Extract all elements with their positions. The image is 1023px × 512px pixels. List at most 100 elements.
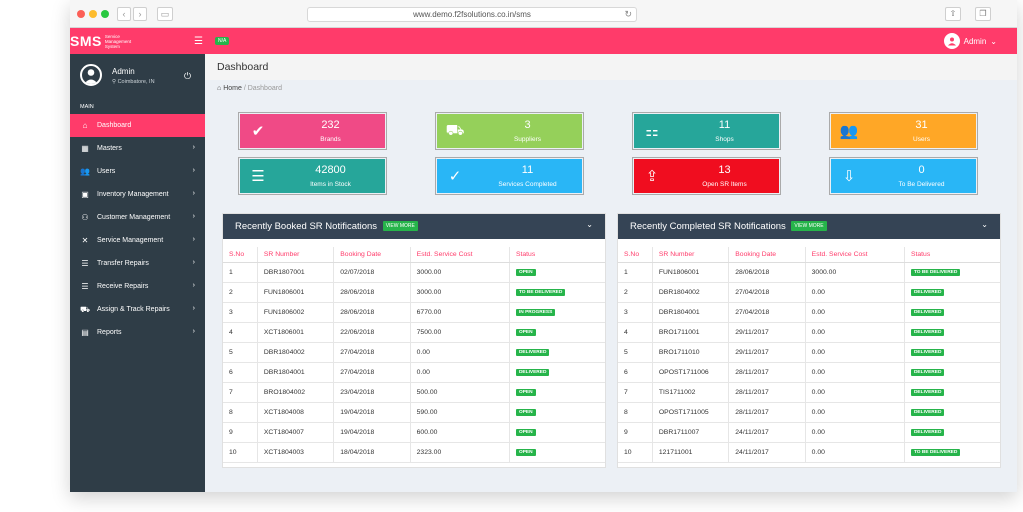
table-row[interactable]: 6 OPOST1711006 28/11/2017 0.00 DELIVERED xyxy=(618,362,1000,383)
chevron-right-icon: › xyxy=(192,328,195,335)
stat-tile-users[interactable]: 👥 31 Users xyxy=(829,112,978,150)
table-row[interactable]: 7 TIS1711002 28/11/2017 0.00 DELIVERED xyxy=(618,382,1000,403)
table-cell: TO BE DELIVERED xyxy=(509,282,605,303)
table-cell: 7 xyxy=(618,382,653,403)
table-cell: 0.00 xyxy=(805,442,905,463)
table-cell: 3000.00 xyxy=(410,282,510,303)
table-cell: 6770.00 xyxy=(410,302,510,323)
home-icon: ⌂ xyxy=(82,121,88,130)
table-cell: OPEN xyxy=(509,422,605,443)
table-cell: DBR1804001 xyxy=(257,362,335,383)
status-badge: TO BE DELIVERED xyxy=(515,289,566,296)
collapse-chevron-icon[interactable]: ⌄ xyxy=(586,220,593,229)
table-row[interactable]: 7 BRO1804002 23/04/2018 500.00 OPEN xyxy=(223,382,605,403)
sidebar-item-receive-repairs[interactable]: ☰ Receive Repairs › xyxy=(70,275,205,298)
table-row[interactable]: 6 DBR1804001 27/04/2018 0.00 DELIVERED xyxy=(223,362,605,383)
status-badge: OPEN xyxy=(515,329,536,336)
tile-body: ⇪ 13 Open SR Items xyxy=(634,159,779,193)
table-row[interactable]: 4 BRO1711001 29/11/2017 0.00 DELIVERED xyxy=(618,322,1000,343)
table-row[interactable]: 9 DBR1711007 24/11/2017 0.00 DELIVERED xyxy=(618,422,1000,443)
minimize-dot[interactable] xyxy=(89,10,97,18)
address-bar[interactable]: www.demo.f2fsolutions.co.in/sms ↻ xyxy=(307,7,637,22)
sidebar-item-customer-management[interactable]: ⚇ Customer Management › xyxy=(70,206,205,229)
table-row[interactable]: 1 DBR1807001 02/07/2018 3000.00 OPEN xyxy=(223,262,605,283)
table-cell: 28/11/2017 xyxy=(728,402,806,423)
table-row[interactable]: 5 DBR1804002 27/04/2018 0.00 DELIVERED xyxy=(223,342,605,363)
reload-icon[interactable]: ↻ xyxy=(624,8,632,21)
table-row[interactable]: 10 XCT1804003 18/04/2018 2323.00 OPEN xyxy=(223,442,605,463)
close-dot[interactable] xyxy=(77,10,85,18)
booked-sr-panel: Recently Booked SR Notifications VIEW MO… xyxy=(222,213,606,468)
table-cell: OPEN xyxy=(509,262,605,283)
back-icon[interactable]: ‹ xyxy=(117,7,131,21)
sidebar-item-users[interactable]: 👥 Users › xyxy=(70,160,205,183)
sidebar-item-service-management[interactable]: ✕ Service Management › xyxy=(70,229,205,252)
table-cell: DELIVERED xyxy=(904,302,1000,323)
column-header: Status xyxy=(509,247,605,263)
sidebar-item-transfer-repairs[interactable]: ☰ Transfer Repairs › xyxy=(70,252,205,275)
table-cell: 2 xyxy=(223,282,258,303)
stat-tile-open-sr-items[interactable]: ⇪ 13 Open SR Items xyxy=(632,157,781,195)
sidebar-item-inventory-management[interactable]: ▣ Inventory Management › xyxy=(70,183,205,206)
stat-tile-shops[interactable]: ⚏ 11 Shops xyxy=(632,112,781,150)
table-cell: FUN1806001 xyxy=(652,262,730,283)
app-logo[interactable]: SMS Service Management System xyxy=(70,31,150,51)
table-row[interactable]: 5 BRO1711010 29/11/2017 0.00 DELIVERED xyxy=(618,342,1000,363)
tile-label: Users xyxy=(913,136,930,143)
table-cell: 0.00 xyxy=(805,302,905,323)
maximize-dot[interactable] xyxy=(101,10,109,18)
tabs-icon[interactable]: ❐ xyxy=(975,7,991,21)
table-cell: 4 xyxy=(223,322,258,343)
browser-window: ‹ › ▭ www.demo.f2fsolutions.co.in/sms ↻ … xyxy=(70,0,1017,492)
admin-menu[interactable]: Admin ⌄ xyxy=(943,33,997,49)
view-more-button[interactable]: VIEW MORE xyxy=(791,221,827,231)
table-cell: 10 xyxy=(223,442,258,463)
column-header: S.No xyxy=(618,247,653,263)
table-row[interactable]: 10 121711001 24/11/2017 0.00 TO BE DELIVERED xyxy=(618,442,1000,463)
sidebar-item-assign-track-repairs[interactable]: ⛟ Assign & Track Repairs › xyxy=(70,298,205,321)
table-cell: 2323.00 xyxy=(410,442,510,463)
forward-icon[interactable]: › xyxy=(133,7,147,21)
power-icon[interactable]: ⏻ xyxy=(184,71,191,82)
panel-header: Recently Completed SR Notifications VIEW… xyxy=(618,214,1000,239)
chevron-right-icon: › xyxy=(192,259,195,266)
table-cell: 7500.00 xyxy=(410,322,510,343)
table-cell: DBR1804001 xyxy=(652,302,730,323)
sidebar-item-reports[interactable]: ▤ Reports › xyxy=(70,321,205,344)
table-row[interactable]: 2 FUN1806001 28/06/2018 3000.00 TO BE DELIVE… xyxy=(223,282,605,303)
stat-tile-suppliers[interactable]: ⛟ 3 Suppliers xyxy=(435,112,584,150)
table-row[interactable]: 9 XCT1804007 19/04/2018 600.00 OPEN xyxy=(223,422,605,443)
table-cell: 8 xyxy=(223,402,258,423)
tile-value: 42800 xyxy=(315,164,346,176)
column-header: Status xyxy=(904,247,1000,263)
table-row[interactable]: 8 XCT1804008 19/04/2018 590.00 OPEN xyxy=(223,402,605,423)
status-badge: DELIVERED xyxy=(910,289,945,296)
stat-tile-to-be-delivered[interactable]: ⇩ 0 To Be Delivered xyxy=(829,157,978,195)
table-cell: TIS1711002 xyxy=(652,382,730,403)
stat-tile-brands[interactable]: ✔ 232 Brands xyxy=(238,112,387,150)
sidebar-item-masters[interactable]: ▦ Masters › xyxy=(70,137,205,160)
table-row[interactable]: 2 DBR1804002 27/04/2018 0.00 DELIVERED xyxy=(618,282,1000,303)
table-row[interactable]: 4 XCT1806001 22/06/2018 7500.00 OPEN xyxy=(223,322,605,343)
hamburger-menu-icon[interactable]: ☰ xyxy=(194,36,203,47)
chevron-right-icon: › xyxy=(192,305,195,312)
stat-tile-items-in-stock[interactable]: ☰ 42800 Items in Stock xyxy=(238,157,387,195)
sidebar-item-dashboard[interactable]: ⌂ Dashboard xyxy=(70,114,205,137)
column-header: SR Number xyxy=(652,247,730,263)
app-topbar: SMS Service Management System ☰ N/A Admi… xyxy=(70,28,1017,54)
stat-tile-services-completed[interactable]: ✓ 11 Services Completed xyxy=(435,157,584,195)
profile-location: ⚲ Coimbatore, IN xyxy=(112,79,155,85)
table-row[interactable]: 3 DBR1804001 27/04/2018 0.00 DELIVERED xyxy=(618,302,1000,323)
table-row[interactable]: 3 FUN1806002 28/06/2018 6770.00 IN PROGRESS xyxy=(223,302,605,323)
collapse-chevron-icon[interactable]: ⌄ xyxy=(981,220,988,229)
breadcrumb-home[interactable]: Home xyxy=(223,85,242,92)
tile-value: 3 xyxy=(524,119,531,131)
table-row[interactable]: 1 FUN1806001 28/06/2018 3000.00 TO BE DELIVE… xyxy=(618,262,1000,283)
share-icon[interactable]: ⇧ xyxy=(945,7,961,21)
tile-value: 11 xyxy=(521,164,534,176)
view-more-button[interactable]: VIEW MORE xyxy=(382,221,418,231)
table-cell: 6 xyxy=(618,362,653,383)
logo-text: SMS xyxy=(70,33,102,49)
sidebar-toggle-icon[interactable]: ▭ xyxy=(157,7,173,21)
table-row[interactable]: 8 OPOST1711005 28/11/2017 0.00 DELIVERED xyxy=(618,402,1000,423)
